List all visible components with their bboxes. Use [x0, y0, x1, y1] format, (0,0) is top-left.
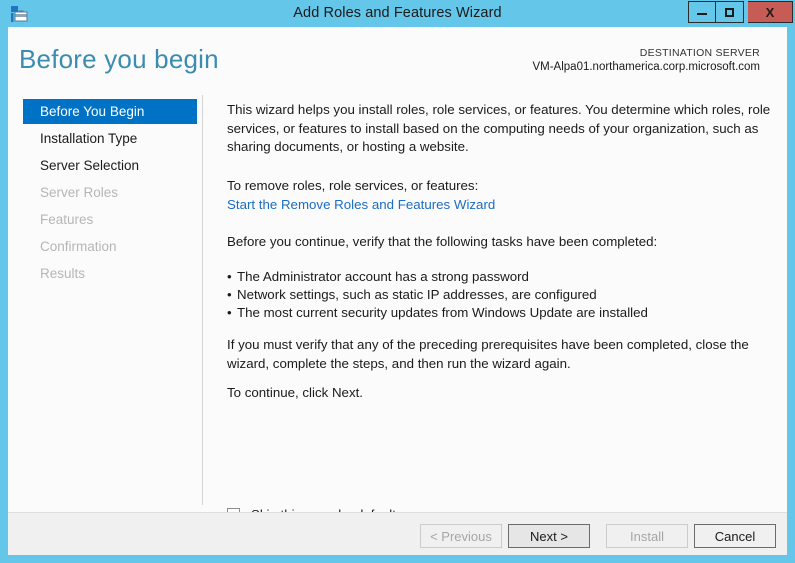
prerequisite-note: If you must verify that any of the prece… — [227, 337, 749, 371]
close-button[interactable]: X — [748, 1, 793, 23]
continue-note: To continue, click Next. — [227, 385, 363, 400]
nav-content-divider — [202, 95, 203, 505]
destination-server-value: VM-Alpa01.northamerica.corp.microsoft.co… — [532, 61, 760, 73]
minimize-icon — [697, 13, 707, 15]
task-item: • The Administrator account has a strong… — [227, 268, 775, 286]
nav-item-results: Results — [40, 266, 86, 281]
previous-button: < Previous — [420, 524, 502, 548]
minimize-button[interactable] — [688, 1, 716, 23]
content-panel: This wizard helps you install roles, rol… — [211, 93, 787, 512]
maximize-icon — [725, 7, 734, 17]
maximize-button[interactable] — [716, 1, 744, 23]
task-label: Network settings, such as static IP addr… — [237, 287, 597, 302]
bullet-icon: • — [227, 305, 232, 320]
close-icon: X — [765, 4, 775, 20]
bullet-icon: • — [227, 269, 232, 284]
client-area: Before you begin DESTINATION SERVER VM-A… — [8, 27, 787, 555]
remove-roles-wizard-link[interactable]: Start the Remove Roles and Features Wiza… — [227, 196, 495, 215]
window-title: Add Roles and Features Wizard — [293, 5, 502, 21]
verify-prompt: Before you continue, verify that the fol… — [227, 234, 658, 249]
nav-item-server-selection[interactable]: Server Selection — [23, 153, 197, 178]
page-header: Before you begin DESTINATION SERVER VM-A… — [8, 27, 787, 93]
destination-server-label: DESTINATION SERVER — [639, 47, 760, 59]
task-label: The most current security updates from W… — [237, 305, 648, 320]
destination-server-block: DESTINATION SERVER VM-Alpa01.northameric… — [532, 46, 760, 75]
button-bar: < Previous Next > Install Cancel — [8, 512, 787, 555]
nav-item-confirmation: Confirmation — [40, 239, 117, 254]
page-title: Before you begin — [19, 44, 219, 74]
nav-item-before-you-begin[interactable]: Before You Begin — [23, 99, 197, 124]
task-item: • Network settings, such as static IP ad… — [227, 286, 775, 304]
bullet-icon: • — [227, 287, 232, 302]
install-button: Install — [606, 524, 688, 548]
nav-item-features: Features — [40, 212, 94, 227]
nav-item-server-roles: Server Roles — [40, 185, 119, 200]
nav-item-installation-type[interactable]: Installation Type — [23, 126, 197, 151]
task-item: • The most current security updates from… — [227, 304, 775, 322]
intro-paragraph: This wizard helps you install roles, rol… — [227, 102, 771, 154]
task-label: The Administrator account has a strong p… — [237, 269, 529, 284]
wizard-navigation: Before You Begin Installation Type Serve… — [8, 93, 202, 512]
next-button[interactable]: Next > — [508, 524, 590, 548]
wizard-window: Add Roles and Features Wizard X Before y… — [0, 0, 795, 563]
title-bar[interactable]: Add Roles and Features Wizard X — [0, 0, 795, 27]
remove-prompt: To remove roles, role services, or featu… — [227, 178, 479, 193]
cancel-button[interactable]: Cancel — [694, 524, 776, 548]
